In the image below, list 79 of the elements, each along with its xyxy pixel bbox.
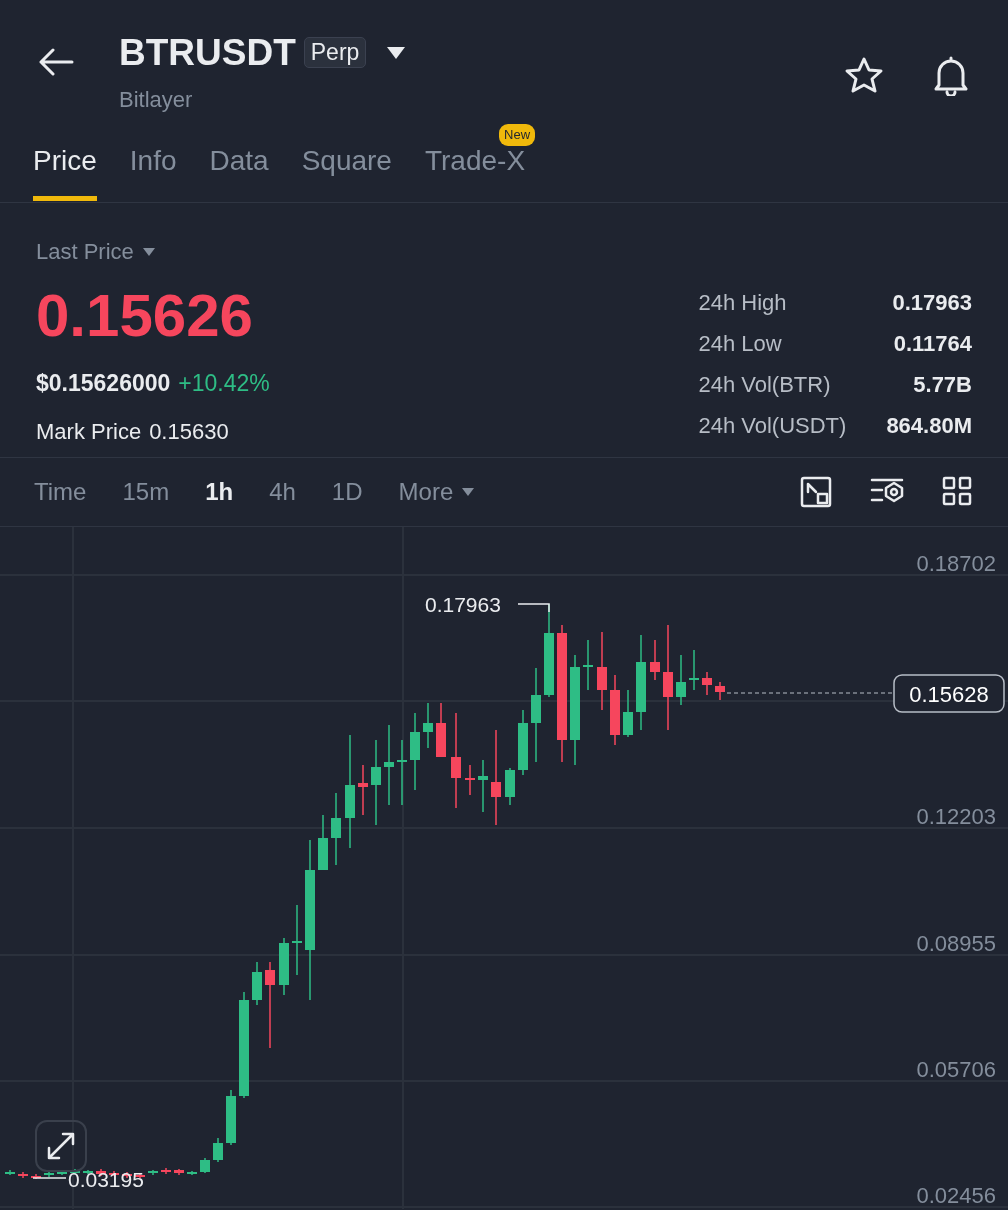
candlestick	[505, 767, 515, 806]
new-badge: New	[499, 124, 536, 146]
interval-tab[interactable]: 15m	[122, 474, 170, 510]
stat-label: 24h Vol(USDT)	[698, 412, 847, 440]
candlestick	[702, 671, 712, 696]
candlestick	[436, 702, 446, 757]
candlestick	[397, 739, 407, 806]
back-arrow-icon[interactable]	[38, 48, 74, 76]
candlestick	[252, 961, 262, 1006]
stat-label: 24h High	[698, 289, 788, 317]
candlestick	[279, 937, 289, 996]
interval-tab[interactable]: 4h	[269, 474, 296, 510]
candlestick	[318, 814, 328, 871]
axis-label: 0.18702	[916, 551, 996, 576]
tab[interactable]: Square	[301, 140, 392, 201]
candlestick	[31, 1173, 41, 1180]
expand-arrows-icon	[45, 1130, 77, 1162]
interval-tab[interactable]: 1D	[331, 474, 363, 510]
price-change: +10.42%	[178, 369, 270, 398]
candlestick	[135, 1172, 145, 1179]
mark-price-label: Mark Price	[36, 417, 142, 446]
candlestick	[122, 1171, 132, 1179]
candlestick	[70, 1168, 80, 1175]
stat-label: 24h Vol(BTR)	[698, 371, 832, 399]
candlestick	[650, 639, 660, 681]
candlestick	[161, 1167, 171, 1175]
contract-type-label: Perp	[303, 37, 367, 68]
candlestick	[358, 764, 368, 816]
candlestick	[518, 709, 528, 776]
stat-value: 0.17963	[891, 289, 972, 317]
tab[interactable]: Info	[129, 140, 177, 201]
bell-icon[interactable]	[932, 56, 970, 96]
candlestick	[423, 702, 433, 749]
tab[interactable]: Data	[209, 140, 269, 201]
axis-label: 0.08955	[916, 931, 996, 956]
current-price-tag: 0.15628	[893, 674, 1005, 713]
candlestick	[148, 1169, 158, 1176]
candlestick	[187, 1170, 197, 1176]
axis-label: 0.02456	[916, 1183, 996, 1208]
price-type-selector[interactable]: Last Price	[36, 235, 270, 268]
stat-label: 24h Low	[698, 330, 783, 358]
mark-price-value: 0.15630	[149, 417, 229, 446]
candlestick	[213, 1137, 223, 1163]
star-icon[interactable]	[844, 56, 884, 94]
candlestick	[478, 759, 488, 813]
picture-in-picture-icon[interactable]	[800, 476, 832, 508]
candlestick	[610, 674, 620, 746]
usd-price: $0.15626000	[36, 369, 171, 398]
candlestick	[44, 1170, 54, 1178]
candlestick	[5, 1169, 15, 1176]
candlestick	[715, 681, 725, 701]
candlestick	[57, 1169, 67, 1176]
exchange-name: Bitlayer	[119, 86, 194, 114]
tab[interactable]: Price	[33, 140, 97, 201]
candlestick	[292, 904, 302, 976]
stat-value: 0.11764	[892, 330, 972, 358]
candlestick	[623, 689, 633, 738]
candlestick	[676, 654, 686, 706]
axis-label: 0.12203	[916, 804, 996, 829]
candlestick	[465, 764, 475, 796]
interval-tab[interactable]: Time	[34, 474, 87, 510]
candlestick	[583, 639, 593, 691]
last-price: 0.15626	[36, 286, 254, 346]
dropdown-caret-icon[interactable]	[386, 45, 407, 60]
candlestick	[689, 649, 699, 691]
interval-tab[interactable]: 1h	[205, 474, 234, 510]
axis-label: 0.05706	[916, 1057, 996, 1082]
symbol-title: BTRUSDT	[119, 34, 296, 71]
candlestick	[83, 1169, 93, 1175]
stat-value: 864.80M	[886, 412, 972, 440]
candlestick	[226, 1089, 236, 1146]
more-dropdown[interactable]: More	[398, 474, 476, 510]
stat-value: 5.77B	[912, 371, 972, 399]
grid-layout-icon[interactable]	[942, 476, 972, 506]
candlestick	[200, 1157, 210, 1174]
indicator-settings-icon[interactable]	[870, 476, 904, 504]
candlestick	[174, 1168, 184, 1176]
candlestick	[18, 1171, 28, 1179]
fullscreen-button[interactable]	[35, 1120, 87, 1172]
